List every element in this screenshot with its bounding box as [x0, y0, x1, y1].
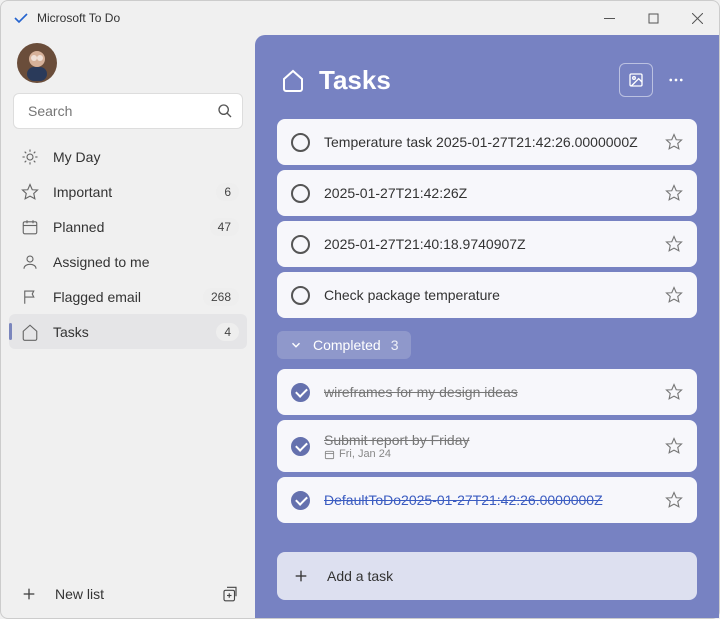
nav-assigned[interactable]: Assigned to me: [9, 244, 247, 279]
nav-planned[interactable]: Planned 47: [9, 209, 247, 244]
plus-icon[interactable]: [21, 586, 37, 602]
task-title: Temperature task 2025-01-27T21:42:26.000…: [324, 134, 657, 150]
task-title: 2025-01-27T21:40:18.9740907Z: [324, 236, 657, 252]
search-icon: [217, 103, 233, 119]
nav-my-day[interactable]: My Day: [9, 139, 247, 174]
app-logo-icon: [13, 10, 29, 26]
star-icon[interactable]: [665, 184, 683, 202]
sidebar-footer: New list: [9, 570, 247, 618]
completed-count: 3: [391, 337, 399, 353]
task-row[interactable]: 2025-01-27T21:42:26Z: [277, 170, 697, 216]
new-list-button[interactable]: New list: [55, 586, 104, 602]
task-title: DefaultToDo2025-01-27T21:42:26.0000000Z: [324, 492, 657, 508]
task-title: Submit report by Friday: [324, 432, 657, 448]
more-options-button[interactable]: [659, 63, 693, 97]
task-row-completed[interactable]: DefaultToDo2025-01-27T21:42:26.0000000Z: [277, 477, 697, 523]
task-checkbox[interactable]: [291, 184, 310, 203]
add-task-label: Add a task: [327, 568, 393, 584]
calendar-icon: [21, 218, 39, 236]
completed-label: Completed: [313, 337, 381, 353]
task-title: wireframes for my design ideas: [324, 384, 657, 400]
nav-list: My Day Important 6 Planned 47 Assigned t…: [9, 139, 247, 570]
calendar-icon: [324, 449, 335, 460]
content-area: Tasks Temperature task 2025-01-27T21:42:…: [255, 35, 719, 618]
nav-count: 268: [203, 288, 239, 306]
task-row[interactable]: Check package temperature: [277, 272, 697, 318]
sun-icon: [21, 148, 39, 166]
star-icon: [21, 183, 39, 201]
nav-label: Important: [53, 184, 112, 200]
content-header: Tasks: [277, 63, 697, 97]
add-task-button[interactable]: Add a task: [277, 552, 697, 600]
task-row[interactable]: Temperature task 2025-01-27T21:42:26.000…: [277, 119, 697, 165]
task-list: Temperature task 2025-01-27T21:42:26.000…: [277, 119, 697, 544]
user-icon: [21, 253, 39, 271]
titlebar: Microsoft To Do: [1, 1, 719, 35]
task-checkbox-checked[interactable]: [291, 383, 310, 402]
task-checkbox[interactable]: [291, 235, 310, 254]
task-row-completed[interactable]: Submit report by Friday Fri, Jan 24: [277, 420, 697, 472]
star-icon[interactable]: [665, 286, 683, 304]
task-checkbox-checked[interactable]: [291, 491, 310, 510]
completed-toggle[interactable]: Completed 3: [277, 331, 411, 359]
task-due-date: Fri, Jan 24: [324, 448, 657, 460]
task-checkbox[interactable]: [291, 133, 310, 152]
star-icon[interactable]: [665, 383, 683, 401]
task-checkbox-checked[interactable]: [291, 437, 310, 456]
page-title: Tasks: [319, 65, 613, 96]
sidebar: My Day Important 6 Planned 47 Assigned t…: [1, 35, 255, 618]
star-icon[interactable]: [665, 235, 683, 253]
nav-label: Tasks: [53, 324, 89, 340]
nav-tasks[interactable]: Tasks 4: [9, 314, 247, 349]
nav-label: Assigned to me: [53, 254, 150, 270]
window-minimize-button[interactable]: [587, 1, 631, 35]
avatar[interactable]: [17, 43, 57, 83]
home-icon: [281, 68, 305, 92]
chevron-down-icon: [289, 338, 303, 352]
nav-count: 6: [216, 183, 239, 201]
nav-label: Flagged email: [53, 289, 141, 305]
plus-icon: [293, 568, 309, 584]
nav-label: Planned: [53, 219, 104, 235]
star-icon[interactable]: [665, 491, 683, 509]
nav-count: 47: [210, 218, 239, 236]
task-row-completed[interactable]: wireframes for my design ideas: [277, 369, 697, 415]
star-icon[interactable]: [665, 133, 683, 151]
new-group-icon[interactable]: [221, 585, 239, 603]
window-maximize-button[interactable]: [631, 1, 675, 35]
flag-icon: [21, 288, 39, 306]
app-title: Microsoft To Do: [37, 11, 120, 25]
nav-count: 4: [216, 323, 239, 341]
nav-flagged[interactable]: Flagged email 268: [9, 279, 247, 314]
task-checkbox[interactable]: [291, 286, 310, 305]
task-title: Check package temperature: [324, 287, 657, 303]
search-box: [13, 93, 243, 129]
home-icon: [21, 323, 39, 341]
nav-label: My Day: [53, 149, 100, 165]
theme-button[interactable]: [619, 63, 653, 97]
task-title: 2025-01-27T21:42:26Z: [324, 185, 657, 201]
star-icon[interactable]: [665, 437, 683, 455]
nav-important[interactable]: Important 6: [9, 174, 247, 209]
window-close-button[interactable]: [675, 1, 719, 35]
task-row[interactable]: 2025-01-27T21:40:18.9740907Z: [277, 221, 697, 267]
search-input[interactable]: [13, 93, 243, 129]
